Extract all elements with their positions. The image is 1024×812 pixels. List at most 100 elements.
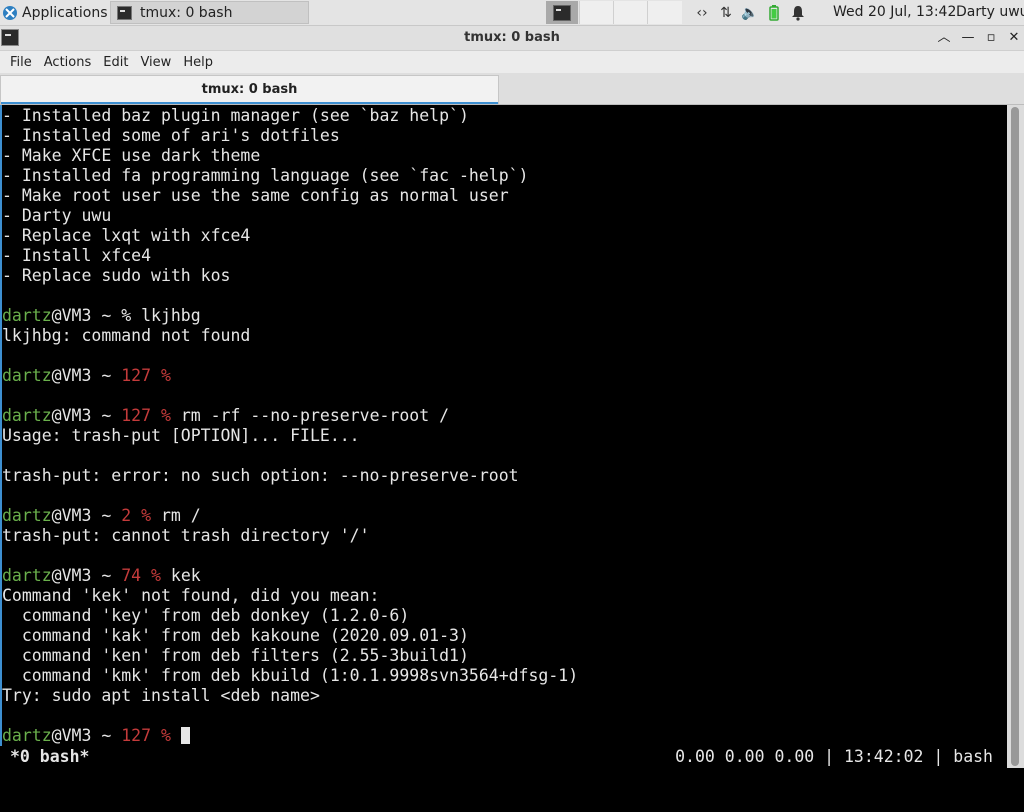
terminal-line: lkjhbg: command not found	[2, 326, 578, 346]
terminal-line: - Replace sudo with kos	[2, 266, 578, 286]
terminal-line: command 'key' from deb donkey (1.2.0-6)	[2, 606, 578, 626]
terminal-line: dartz@VM3 ~ % lkjhbg	[2, 306, 578, 326]
terminal-line: dartz@VM3 ~ 2 % rm /	[2, 506, 578, 526]
terminal-text: Usage: trash-put [OPTION]... FILE...	[2, 426, 360, 445]
terminal-text: - Install xfce4	[2, 246, 152, 265]
terminal-text: - Darty uwu	[2, 206, 112, 225]
terminal-text: @VM3 ~	[51, 726, 122, 745]
terminal-text: - Make root user use the same config as …	[2, 186, 509, 205]
xfce-logo-icon	[3, 5, 17, 20]
applications-menu-button[interactable]: Applications	[0, 0, 108, 25]
terminal-line: dartz@VM3 ~ 127 %	[2, 726, 578, 746]
terminal-text: trash-put: error: no such option: --no-p…	[2, 466, 519, 485]
terminal-cursor	[180, 727, 190, 744]
terminal-line: trash-put: cannot trash directory '/'	[2, 526, 578, 546]
terminal-line: - Install xfce4	[2, 246, 578, 266]
window-title: tmux: 0 bash	[464, 30, 560, 45]
taskbar-window-button[interactable]: tmux: 0 bash	[110, 1, 309, 24]
prompt-username: dartz	[2, 366, 52, 385]
close-icon[interactable]: ✕	[1004, 29, 1024, 47]
clock[interactable]: Wed 20 Jul, 13:42	[833, 4, 956, 20]
terminal-text: @VM3 ~	[51, 366, 122, 385]
terminal-line: Usage: trash-put [OPTION]... FILE...	[2, 426, 578, 446]
terminal-line: - Darty uwu	[2, 206, 578, 226]
menu-view[interactable]: View	[130, 55, 171, 70]
prompt-exit-code: 74 %	[121, 566, 161, 585]
network-icon[interactable]: ⇅	[714, 0, 738, 25]
prompt-username: dartz	[2, 726, 52, 745]
terminal-line: - Installed fa programming language (see…	[2, 166, 578, 186]
menu-help[interactable]: Help	[173, 55, 213, 70]
terminal-lines: - Installed baz plugin manager (see `baz…	[2, 106, 578, 746]
terminal-text: - Installed some of ari's dotfiles	[2, 126, 340, 145]
prompt-username: dartz	[2, 566, 52, 585]
terminal-line: Command 'kek' not found, did you mean:	[2, 586, 578, 606]
workspace-1-button[interactable]	[546, 1, 578, 24]
prompt-exit-code: 2 %	[121, 506, 152, 525]
terminal-text: command 'kak' from deb kakoune (2020.09.…	[2, 626, 469, 645]
terminal-text: command 'ken' from deb filters (2.55-3bu…	[2, 646, 469, 665]
terminal-text: - Replace sudo with kos	[2, 266, 231, 285]
scrollbar-thumb[interactable]	[1011, 107, 1019, 766]
workspace-3-button[interactable]	[613, 1, 648, 24]
user-menu[interactable]: Darty uwu	[956, 4, 1024, 20]
menu-edit[interactable]: Edit	[93, 55, 128, 70]
terminal-text: trash-put: cannot trash directory '/'	[2, 526, 370, 545]
applications-label: Applications	[22, 4, 108, 21]
menubar: File Actions Edit View Help	[0, 51, 1024, 73]
tab-bar: tmux: 0 bash	[0, 73, 1024, 105]
prompt-username: dartz	[2, 406, 52, 425]
terminal-text: - Installed fa programming language (see…	[2, 166, 529, 185]
scrollbar[interactable]	[1007, 105, 1024, 768]
terminal-icon	[117, 5, 132, 20]
terminal-text: @VM3 ~	[51, 406, 122, 425]
terminal-line: dartz@VM3 ~ 127 % rm -rf --no-preserve-r…	[2, 406, 578, 426]
terminal-line: dartz@VM3 ~ 74 % kek	[2, 566, 578, 586]
window-titlebar[interactable]: tmux: 0 bash ︿ — ▫ ✕	[0, 26, 1024, 51]
workspace-2-button[interactable]	[579, 1, 614, 24]
terminal-text: rm -rf --no-preserve-root /	[170, 406, 450, 425]
workspace-4-button[interactable]	[647, 1, 682, 24]
terminal-line: - Installed some of ari's dotfiles	[2, 126, 578, 146]
terminal-line: - Make XFCE use dark theme	[2, 146, 578, 166]
terminal-text: - Replace lxqt with xfce4	[2, 226, 251, 245]
terminal-line: - Replace lxqt with xfce4	[2, 226, 578, 246]
menu-file[interactable]: File	[0, 55, 32, 70]
terminal-text: - Make XFCE use dark theme	[2, 146, 261, 165]
shade-icon[interactable]: ︿	[934, 29, 954, 47]
tmux-window-list[interactable]: *0 bash*	[10, 746, 89, 768]
prompt-exit-code: 127 %	[121, 406, 171, 425]
terminal-line: command 'kak' from deb kakoune (2020.09.…	[2, 626, 578, 646]
terminal-line: trash-put: error: no such option: --no-p…	[2, 466, 578, 486]
terminal-line: - Installed baz plugin manager (see `baz…	[2, 106, 578, 126]
battery-icon[interactable]	[762, 0, 786, 25]
terminal-text: - Installed baz plugin manager (see `baz…	[2, 106, 469, 125]
prompt-username: dartz	[2, 306, 52, 325]
terminal-text: command 'kmk' from deb kbuild (1:0.1.999…	[2, 666, 579, 685]
terminal-line: Try: sudo apt install <deb name>	[2, 686, 578, 706]
code-icon[interactable]: ‹›	[690, 0, 714, 25]
notification-bell-icon[interactable]	[786, 0, 810, 25]
tab-tmux-bash[interactable]: tmux: 0 bash	[0, 75, 499, 104]
terminal-text: lkjhbg: command not found	[2, 326, 251, 345]
minimize-icon[interactable]: —	[958, 29, 978, 47]
volume-icon[interactable]: 🔈	[738, 0, 762, 25]
top-panel: Applications tmux: 0 bash ‹› ⇅ 🔈 Wed 20 …	[0, 0, 1024, 26]
tmux-status-bar: *0 bash* 0.00 0.00 0.00 | 13:42:02 | bas…	[0, 746, 1007, 768]
terminal-line: dartz@VM3 ~ 127 %	[2, 366, 578, 386]
terminal-text: @VM3 ~ % lkjhbg	[51, 306, 201, 325]
terminal-text: Command 'kek' not found, did you mean:	[2, 586, 380, 605]
prompt-username: dartz	[2, 506, 52, 525]
terminal-icon	[553, 4, 571, 21]
menu-actions[interactable]: Actions	[34, 55, 92, 70]
maximize-icon[interactable]: ▫	[981, 29, 1001, 47]
terminal-text: Try: sudo apt install <deb name>	[2, 686, 320, 705]
terminal-output[interactable]: - Installed baz plugin manager (see `baz…	[0, 105, 1007, 768]
tmux-status-right: 0.00 0.00 0.00 | 13:42:02 | bash	[675, 747, 993, 766]
